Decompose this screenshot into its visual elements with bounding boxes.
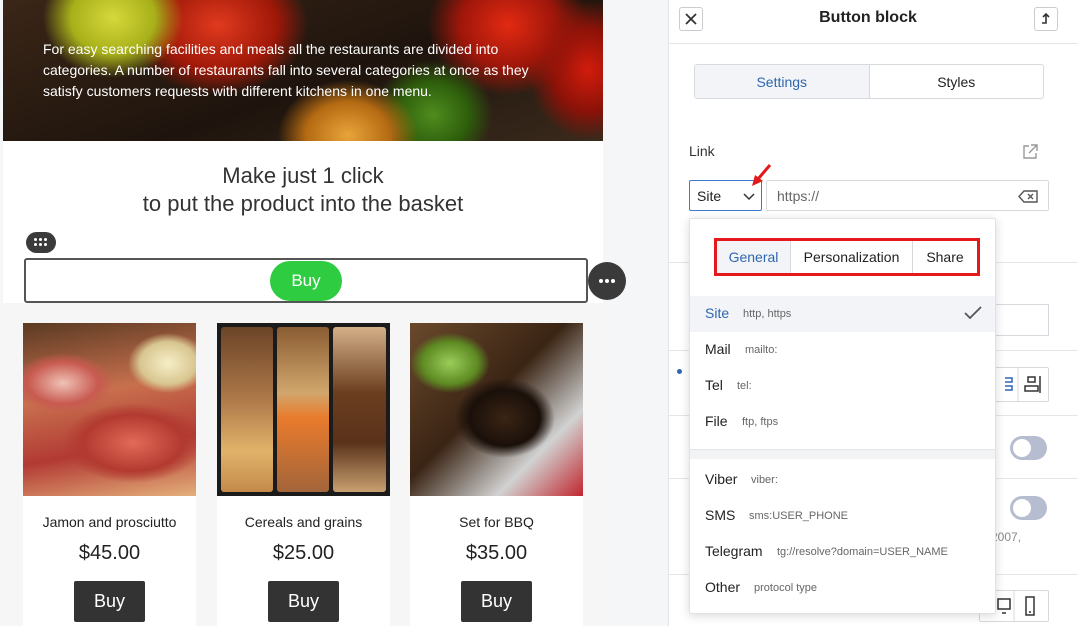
url-input[interactable]: https:// (766, 180, 1049, 211)
dropdown-item-mail[interactable]: Mail mailto: (690, 332, 995, 368)
product-buy-button[interactable]: Buy (74, 581, 145, 622)
item-name: Other (705, 579, 741, 595)
dropdown-item-file[interactable]: File ftp, ftps (690, 404, 995, 440)
dropdown-item-sms[interactable]: SMS sms:USER_PHONE (690, 498, 995, 534)
alignment-control[interactable] (987, 367, 1049, 402)
link-label: Link (689, 143, 715, 159)
item-name: Site (705, 305, 730, 321)
dropdown-item-telegram[interactable]: Telegram tg://resolve?domain=USER_NAME (690, 534, 995, 570)
tab-settings[interactable]: Settings (695, 65, 870, 98)
item-hint: tel: (737, 380, 752, 392)
chevron-down-icon (743, 193, 755, 201)
more-options-icon[interactable] (588, 262, 626, 300)
product-buy-button[interactable]: Buy (268, 581, 339, 622)
product-grid: Jamon and prosciutto $45.00 Buy Cereals … (3, 303, 603, 626)
dropdown-item-tel[interactable]: Tel tel: (690, 368, 995, 404)
item-hint: viber: (751, 474, 778, 486)
dropdown-tab-general[interactable]: General (717, 241, 791, 273)
dropdown-tabs: General Personalization Share (714, 238, 980, 276)
item-hint: protocol type (754, 582, 817, 594)
dropdown-item-site[interactable]: Site http, https (690, 296, 995, 332)
settings-panel: Button block Settings Styles Link Site h… (668, 0, 1078, 626)
item-hint: ftp, ftps (742, 416, 779, 428)
item-hint: http, https (743, 308, 792, 320)
product-name: Jamon and prosciutto (42, 514, 177, 530)
item-name: Mail (705, 341, 731, 357)
hero-text: For easy searching facilities and meals … (43, 41, 529, 99)
dropdown-separator (690, 449, 995, 459)
clear-input-icon[interactable] (1018, 190, 1038, 203)
item-name: Tel (705, 377, 723, 393)
hero-image-block[interactable]: For easy searching facilities and meals … (3, 0, 603, 141)
product-buy-button[interactable]: Buy (461, 581, 532, 622)
panel-header: Button block (669, 0, 1078, 44)
status-dot (677, 369, 682, 374)
product-price: $25.00 (272, 542, 335, 564)
item-hint: mailto: (745, 344, 778, 356)
item-name: SMS (705, 507, 736, 523)
headline-text[interactable]: Make just 1 click to put the product int… (3, 162, 603, 218)
collapse-icon[interactable] (1034, 7, 1058, 31)
product-image (23, 323, 196, 496)
red-arrow-annotation (752, 164, 772, 186)
dropdown-item-other[interactable]: Other protocol type (690, 570, 995, 606)
product-card[interactable]: Jamon and prosciutto $45.00 Buy (23, 323, 196, 626)
product-image (217, 323, 390, 496)
tab-styles[interactable]: Styles (870, 65, 1044, 98)
url-placeholder: https:// (777, 188, 820, 204)
link-type-dropdown: General Personalization Share Site http,… (689, 218, 996, 614)
link-type-value: Site (697, 188, 722, 204)
headline-line-2: to put the product into the basket (142, 191, 464, 216)
product-price: $45.00 (78, 542, 141, 564)
item-hint: sms:USER_PHONE (749, 510, 849, 522)
buy-button[interactable]: Buy (270, 261, 342, 301)
editor-canvas: For easy searching facilities and meals … (0, 0, 668, 626)
headline-line-1: Make just 1 click (222, 163, 384, 188)
panel-tabs: Settings Styles (694, 64, 1044, 99)
product-image (410, 323, 583, 496)
drag-handle-icon[interactable] (26, 232, 56, 253)
dropdown-tab-share[interactable]: Share (913, 241, 977, 273)
product-card[interactable]: Cereals and grains $25.00 Buy (217, 323, 390, 626)
dropdown-tab-personalization[interactable]: Personalization (791, 241, 913, 273)
external-link-icon[interactable] (1021, 143, 1039, 161)
checkmark-icon (964, 306, 982, 320)
dropdown-item-viber[interactable]: Viber viber: (690, 462, 995, 498)
selected-button-block[interactable]: Buy (24, 258, 588, 303)
toggle-switch[interactable] (1010, 496, 1047, 520)
item-name: Telegram (705, 543, 763, 559)
item-name: Viber (705, 471, 738, 487)
item-name: File (705, 413, 728, 429)
product-card[interactable]: Set for BBQ $35.00 Buy (410, 323, 583, 626)
panel-title: Button block (819, 9, 917, 26)
hidden-field[interactable] (994, 304, 1049, 336)
item-hint: tg://resolve?domain=USER_NAME (777, 546, 948, 558)
product-price: $35.00 (465, 542, 528, 564)
email-preview: For easy searching facilities and meals … (3, 0, 603, 626)
toggle-switch[interactable] (1010, 436, 1047, 460)
product-name: Set for BBQ (459, 514, 534, 530)
product-name: Cereals and grains (244, 514, 363, 530)
